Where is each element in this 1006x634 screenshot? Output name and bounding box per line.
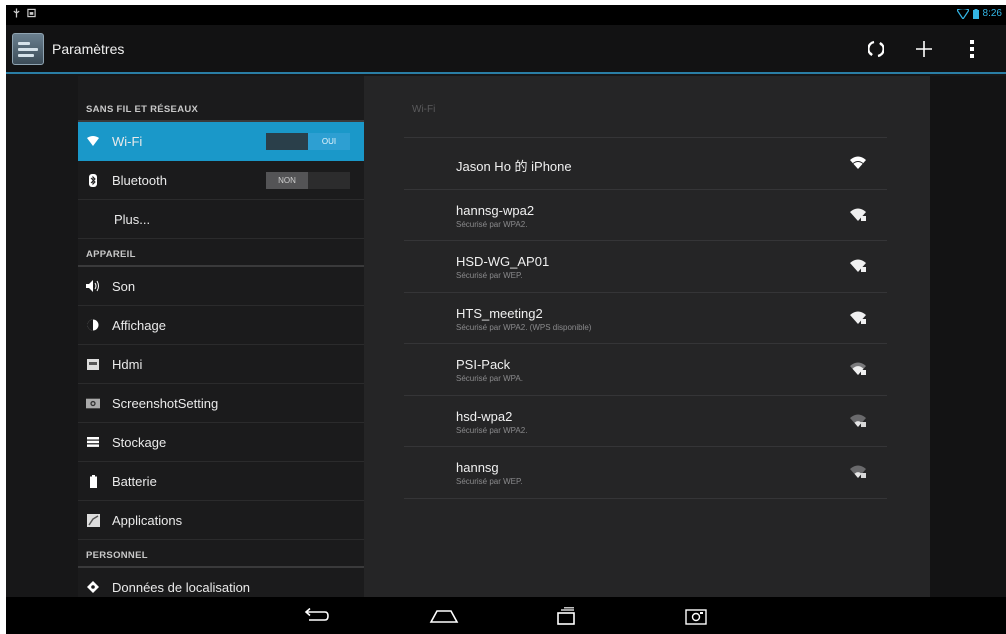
add-network-button[interactable] xyxy=(900,33,948,65)
network-security: Sécurisé par WPA2. xyxy=(456,425,528,435)
toggle-label: OUI xyxy=(308,133,350,150)
camera-icon xyxy=(86,396,100,410)
wifi-network-item[interactable]: hannsg Sécurisé par WEP. xyxy=(404,447,887,499)
network-name: hannsg xyxy=(456,460,499,475)
section-header-personal: PERSONNEL xyxy=(78,540,364,568)
settings-item-label: Affichage xyxy=(112,317,166,333)
section-header-wireless: SANS FIL ET RÉSEAUX xyxy=(78,76,364,122)
screenshot-icon xyxy=(685,609,707,625)
wifi-secured-signal-icon xyxy=(850,465,866,478)
screenshot-button[interactable] xyxy=(672,602,720,630)
back-button[interactable] xyxy=(292,602,340,630)
storage-icon xyxy=(86,435,100,449)
tablet-screen: 8:26 Paramètres SANS FIL ET RÉSEAUX Wi-F… xyxy=(6,5,1006,634)
toggle-label: NON xyxy=(266,172,308,189)
settings-item-battery[interactable]: Batterie xyxy=(78,462,364,501)
overflow-dots-icon xyxy=(970,40,974,58)
wifi-signal-icon xyxy=(850,156,866,169)
bluetooth-toggle[interactable]: NON xyxy=(266,172,350,189)
wifi-panel-title: Wi-Fi xyxy=(412,104,436,115)
network-security: Sécurisé par WEP. xyxy=(456,477,523,486)
wifi-secured-signal-icon xyxy=(850,259,866,272)
wifi-network-item[interactable]: HTS_meeting2 Sécurisé par WPA2. (WPS dis… xyxy=(404,293,887,344)
settings-item-label: Son xyxy=(112,278,136,294)
speaker-icon xyxy=(86,279,100,293)
home-icon xyxy=(429,610,459,623)
settings-item-label: ScreenshotSetting xyxy=(112,395,219,411)
status-bar: 8:26 xyxy=(6,5,1006,25)
wifi-network-item[interactable]: HSD-WG_AP01 Sécurisé par WEP. xyxy=(404,241,887,293)
settings-item-more[interactable]: Plus... xyxy=(78,200,364,239)
screenshot-notification-icon xyxy=(27,8,36,18)
wifi-secured-signal-icon xyxy=(850,311,866,324)
hdmi-icon xyxy=(86,357,100,371)
wifi-toggle[interactable]: OUI xyxy=(266,133,350,150)
settings-app-icon[interactable] xyxy=(12,33,44,65)
network-security: Sécurisé par WEP. xyxy=(456,271,523,280)
back-icon xyxy=(304,608,329,621)
network-security: Sécurisé par WPA2. xyxy=(456,219,528,229)
settings-item-hdmi[interactable]: Hdmi xyxy=(78,345,364,384)
location-icon xyxy=(86,580,100,594)
wifi-icon xyxy=(86,134,100,148)
brightness-icon xyxy=(86,318,100,332)
panel-margin xyxy=(930,76,1006,597)
network-security: Sécurisé par WPA2. (WPS disponible) xyxy=(456,322,592,332)
wps-icon xyxy=(868,40,884,58)
settings-item-label: Bluetooth xyxy=(112,172,167,188)
recent-apps-icon xyxy=(557,607,575,625)
wifi-secured-signal-icon xyxy=(850,414,866,427)
network-name: HSD-WG_AP01 xyxy=(456,254,550,269)
settings-item-screenshot[interactable]: ScreenshotSetting xyxy=(78,384,364,423)
wifi-secured-signal-icon xyxy=(850,208,866,221)
overflow-menu-button[interactable] xyxy=(948,33,996,65)
wifi-network-item[interactable]: hsd-wpa2 Sécurisé par WPA2. xyxy=(404,396,887,447)
settings-item-label: Données de localisation xyxy=(112,579,251,595)
settings-menu: SANS FIL ET RÉSEAUX Wi-Fi OUI Bluetooth … xyxy=(78,76,364,607)
network-name: hsd-wpa2 xyxy=(456,408,513,424)
recent-apps-button[interactable] xyxy=(542,602,590,630)
wifi-panel: Wi-Fi Jason Ho 的 iPhone hannsg-wpa2 Sécu… xyxy=(364,76,930,597)
network-name: PSI-Pack xyxy=(456,357,511,372)
settings-item-label: Applications xyxy=(112,512,183,528)
network-name: HTS_meeting2 xyxy=(456,305,543,321)
wps-button[interactable] xyxy=(852,33,900,65)
network-security: Sécurisé par WPA. xyxy=(456,374,523,383)
page-title: Paramètres xyxy=(52,41,125,57)
settings-item-label: Plus... xyxy=(114,211,151,227)
wifi-secured-signal-icon xyxy=(850,362,866,375)
wifi-network-item[interactable]: hannsg-wpa2 Sécurisé par WPA2. xyxy=(404,190,887,241)
system-navigation-bar xyxy=(6,597,1006,634)
clock: 8:26 xyxy=(982,8,1002,19)
settings-item-wifi[interactable]: Wi-Fi OUI xyxy=(78,122,364,161)
settings-item-bluetooth[interactable]: Bluetooth NON xyxy=(78,161,364,200)
settings-item-storage[interactable]: Stockage xyxy=(78,423,364,462)
battery-icon xyxy=(86,474,100,488)
bluetooth-icon xyxy=(86,173,100,187)
action-bar: Paramètres xyxy=(6,25,1006,74)
battery-status-icon xyxy=(972,8,979,19)
usb-debug-icon xyxy=(13,8,20,18)
settings-item-display[interactable]: Affichage xyxy=(78,306,364,345)
home-button[interactable] xyxy=(420,602,468,630)
section-header-device: APPAREIL xyxy=(78,239,364,267)
network-name: hannsg-wpa2 xyxy=(456,202,535,218)
apps-icon xyxy=(86,513,100,527)
settings-item-label: Batterie xyxy=(112,473,157,489)
settings-item-label: Stockage xyxy=(112,434,167,450)
plus-icon xyxy=(916,41,932,57)
settings-item-label: Wi-Fi xyxy=(112,133,143,149)
settings-item-applications[interactable]: Applications xyxy=(78,501,364,540)
wifi-network-list: Jason Ho 的 iPhone hannsg-wpa2 Sécurisé p… xyxy=(404,137,887,499)
wifi-network-item[interactable]: PSI-Pack Sécurisé par WPA. xyxy=(404,344,887,396)
wifi-status-icon xyxy=(956,8,969,19)
wifi-network-item[interactable]: Jason Ho 的 iPhone xyxy=(404,138,887,190)
network-name: Jason Ho 的 iPhone xyxy=(456,159,572,174)
settings-item-label: Hdmi xyxy=(112,356,143,372)
settings-item-sound[interactable]: Son xyxy=(78,267,364,306)
